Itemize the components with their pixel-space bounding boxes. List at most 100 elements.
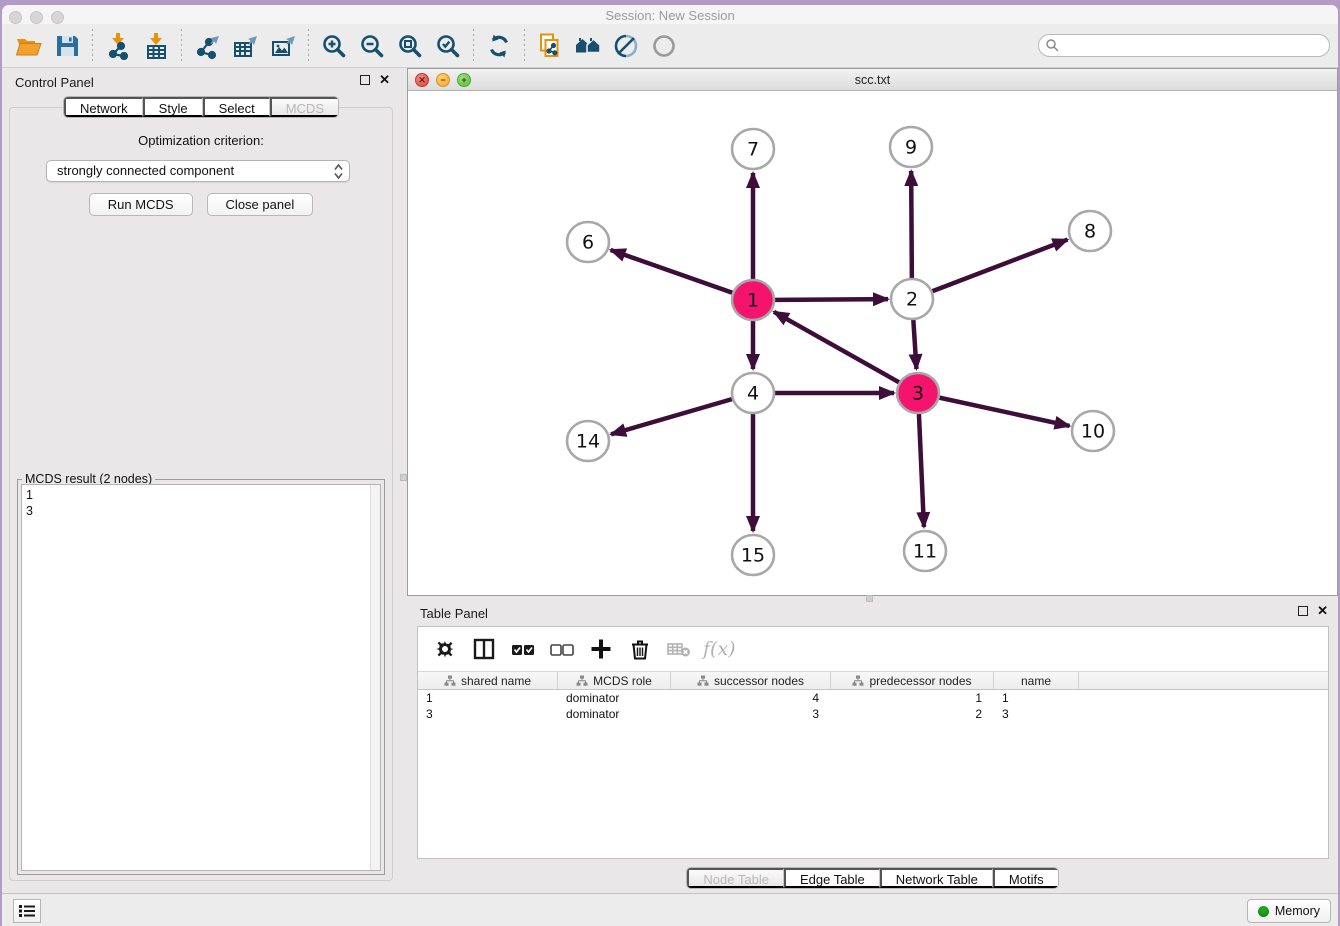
chevron-up-down-icon (334, 164, 343, 179)
network-window: ✕ − + scc.txt 7968124314101511 (407, 68, 1338, 596)
add-column-icon[interactable] (586, 634, 616, 664)
import-table-icon[interactable] (137, 28, 175, 64)
zoom-fit-icon[interactable] (391, 28, 429, 64)
optimization-criterion-select[interactable]: strongly connected component (46, 160, 350, 182)
delete-table-icon[interactable] (664, 634, 694, 664)
graph-node-15[interactable]: 15 (732, 535, 774, 575)
tab-network-table[interactable]: Network Table (880, 868, 993, 888)
search-input[interactable] (1038, 34, 1330, 57)
table-cell[interactable]: 3 (994, 707, 1079, 721)
mcds-result-text[interactable]: 1 3 (21, 484, 381, 871)
column-type-icon (576, 675, 588, 687)
toggle-panes-icon[interactable] (469, 634, 499, 664)
table-cell[interactable]: 2 (831, 707, 994, 721)
float-panel-icon[interactable] (1298, 606, 1308, 616)
graph-edge-3-10[interactable] (918, 393, 1070, 426)
open-session-icon[interactable] (10, 28, 48, 64)
optimization-criterion-label: Optimization criterion: (10, 133, 392, 148)
control-panel-title: Control Panel (15, 75, 94, 90)
select-all-icon[interactable] (508, 634, 538, 664)
graph-node-14[interactable]: 14 (567, 421, 609, 461)
zoom-out-icon[interactable] (353, 28, 391, 64)
main-toolbar (2, 24, 1338, 68)
network-graph[interactable]: 7 9 6 8 1 2 4 3 14 10 15 11 (408, 91, 1337, 595)
table-cell[interactable]: 3 (418, 707, 558, 721)
table-row[interactable]: 3dominator323 (418, 706, 1328, 722)
clone-network-icon[interactable] (531, 28, 569, 64)
table-cell[interactable]: 1 (418, 691, 558, 705)
tab-motifs[interactable]: Motifs (993, 868, 1058, 888)
table-cell[interactable]: 3 (671, 707, 831, 721)
column-header-successor-nodes[interactable]: successor nodes (671, 672, 831, 689)
toolbar-separator (524, 29, 525, 63)
deselect-all-icon[interactable] (547, 634, 577, 664)
hide-graphics-details-icon[interactable] (645, 28, 683, 64)
toolbar-separator (473, 29, 474, 63)
export-image-icon[interactable] (264, 28, 302, 64)
tab-network[interactable]: Network (64, 97, 143, 117)
close-panel-button[interactable]: Close panel (207, 193, 314, 216)
search-icon (1045, 38, 1059, 52)
save-session-icon[interactable] (48, 28, 86, 64)
memory-button[interactable]: Memory (1247, 899, 1331, 923)
first-neighbors-icon[interactable] (569, 28, 607, 64)
graph-node-3[interactable]: 3 (897, 373, 939, 413)
export-table-icon[interactable] (226, 28, 264, 64)
node-label: 2 (906, 289, 918, 311)
apply-layout-icon[interactable] (480, 28, 518, 64)
node-label: 1 (747, 290, 759, 312)
graph-node-4[interactable]: 4 (732, 373, 774, 413)
tab-style[interactable]: Style (143, 97, 203, 117)
application-window: Session: New Session (2, 5, 1338, 926)
graph-node-11[interactable]: 11 (904, 531, 946, 571)
show-graphics-details-icon[interactable] (607, 28, 645, 64)
close-panel-icon[interactable]: ✕ (379, 75, 390, 85)
toolbar-separator (308, 29, 309, 63)
node-label: 14 (576, 431, 600, 453)
tab-edge-table[interactable]: Edge Table (784, 868, 880, 888)
graph-node-2[interactable]: 2 (891, 279, 933, 319)
result-scrollbar[interactable] (370, 485, 380, 870)
column-header-mcds-role[interactable]: MCDS role (558, 672, 671, 689)
table-cell[interactable]: 4 (671, 691, 831, 705)
column-settings-icon[interactable] (430, 634, 460, 664)
graph-node-6[interactable]: 6 (567, 222, 609, 262)
delete-column-icon[interactable] (625, 634, 655, 664)
graph-edge-1-6[interactable] (611, 250, 753, 300)
splitter-grip[interactable] (400, 474, 407, 481)
function-builder-icon[interactable]: f(x) (703, 634, 736, 664)
graph-edge-2-8[interactable] (912, 240, 1068, 299)
graph-node-8[interactable]: 8 (1069, 211, 1111, 251)
table-panel-title: Table Panel (420, 606, 488, 621)
graph-node-10[interactable]: 10 (1072, 411, 1114, 451)
table-cell[interactable]: dominator (558, 707, 671, 721)
network-canvas[interactable]: 7 9 6 8 1 2 4 3 14 10 15 11 (408, 91, 1337, 595)
tab-mcds[interactable]: MCDS (270, 97, 338, 117)
column-header-name[interactable]: name (994, 672, 1079, 689)
node-label: 15 (741, 545, 765, 567)
tab-select[interactable]: Select (203, 97, 270, 117)
memory-status-icon (1258, 906, 1269, 917)
graph-node-7[interactable]: 7 (732, 129, 774, 169)
close-panel-icon[interactable]: ✕ (1317, 606, 1328, 616)
table-cell[interactable]: dominator (558, 691, 671, 705)
run-mcds-button[interactable]: Run MCDS (89, 193, 193, 216)
import-network-icon[interactable] (99, 28, 137, 64)
column-header-predecessor-nodes[interactable]: predecessor nodes (831, 672, 994, 689)
zoom-selected-icon[interactable] (429, 28, 467, 64)
table-row[interactable]: 1dominator411 (418, 690, 1328, 706)
graph-node-9[interactable]: 9 (890, 127, 932, 167)
node-label: 3 (912, 383, 924, 405)
zoom-in-icon[interactable] (315, 28, 353, 64)
table-cell[interactable]: 1 (994, 691, 1079, 705)
task-history-icon[interactable] (13, 899, 41, 923)
table-cell[interactable]: 1 (831, 691, 994, 705)
control-panel-header: Control Panel ✕ (2, 68, 400, 96)
tab-node-table[interactable]: Node Table (687, 868, 784, 888)
graph-node-1[interactable]: 1 (732, 280, 774, 320)
node-label: 7 (747, 139, 759, 161)
export-network-icon[interactable] (188, 28, 226, 64)
float-panel-icon[interactable] (360, 75, 370, 85)
graph-edge-3-1[interactable] (774, 312, 918, 393)
column-header-shared-name[interactable]: shared name (418, 672, 558, 689)
